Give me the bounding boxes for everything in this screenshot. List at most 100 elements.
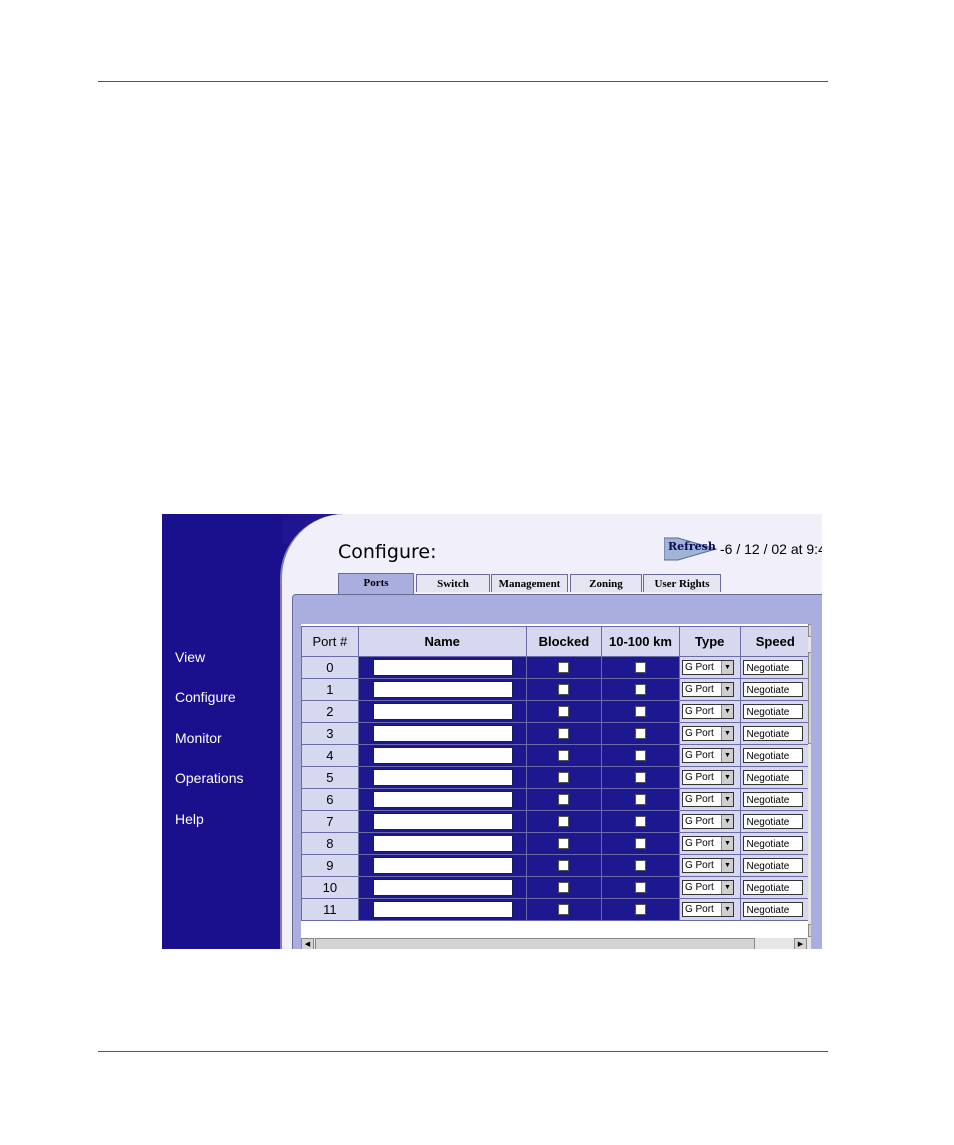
distance-checkbox[interactable] [634,837,646,849]
port-type-select[interactable]: G Port ▼ [681,792,734,807]
tab-switch[interactable]: Switch [416,574,490,592]
distance-checkbox[interactable] [634,859,646,871]
port-name-input[interactable] [372,879,513,896]
port-speed-select[interactable]: Negotiate [742,704,803,719]
dropdown-arrow-icon[interactable]: ▼ [720,793,733,806]
refresh-label[interactable]: Refresh [668,540,716,553]
port-speed-select[interactable]: Negotiate [742,792,803,807]
tab-content-area: Port # Name Blocked 10-100 km Type Speed… [292,594,822,949]
vertical-scroll-thumb[interactable] [808,652,811,744]
port-speed-select[interactable]: Negotiate [742,858,803,873]
port-name-input[interactable] [372,703,513,720]
blocked-checkbox[interactable] [558,771,570,783]
tab-user-rights[interactable]: User Rights [643,574,721,592]
port-type-select[interactable]: G Port ▼ [681,814,734,829]
port-type-select[interactable]: G Port ▼ [681,902,734,917]
dropdown-arrow-icon[interactable]: ▼ [720,815,733,828]
sidebar-item-configure[interactable]: Configure [175,689,275,705]
vertical-scrollbar[interactable]: ▲ ▼ [808,624,811,949]
distance-checkbox[interactable] [634,705,646,717]
scroll-left-arrow-icon[interactable]: ◀ [301,938,314,949]
blocked-checkbox[interactable] [558,727,570,739]
blocked-cell [525,744,602,767]
blocked-checkbox[interactable] [558,749,570,761]
horizontal-scroll-thumb[interactable] [315,938,755,949]
port-name-input[interactable] [372,857,513,874]
distance-checkbox[interactable] [634,815,646,827]
blocked-checkbox[interactable] [558,705,570,717]
port-type-select[interactable]: G Port ▼ [681,858,734,873]
port-name-input[interactable] [372,791,513,808]
sidebar-item-help[interactable]: Help [175,811,275,827]
port-speed-select[interactable]: Negotiate [742,902,803,917]
port-type-select[interactable]: G Port ▼ [681,660,734,675]
blocked-checkbox[interactable] [558,793,570,805]
blocked-checkbox[interactable] [558,859,570,871]
distance-checkbox[interactable] [634,727,646,739]
speed-cell: Negotiate [739,700,811,723]
distance-checkbox[interactable] [634,683,646,695]
scroll-right-arrow-icon[interactable]: ▶ [794,938,807,949]
port-type-select[interactable]: G Port ▼ [681,748,734,763]
blocked-checkbox[interactable] [558,837,570,849]
port-type-select[interactable]: G Port ▼ [681,880,734,895]
scroll-down-arrow-icon[interactable]: ▼ [808,924,811,937]
port-speed-select[interactable]: Negotiate [742,660,803,675]
dropdown-arrow-icon[interactable]: ▼ [720,881,733,894]
port-name-input[interactable] [372,901,513,918]
scroll-up-arrow-icon[interactable]: ▲ [808,624,811,637]
port-name-input[interactable] [372,659,513,676]
tab-ports[interactable]: Ports [338,573,414,594]
blocked-checkbox[interactable] [558,683,570,695]
sidebar-item-operations[interactable]: Operations [175,770,275,786]
dropdown-arrow-icon[interactable]: ▼ [720,903,733,916]
port-type-select[interactable]: G Port ▼ [681,836,734,851]
port-speed-select[interactable]: Negotiate [742,880,803,895]
sidebar-item-monitor[interactable]: Monitor [175,730,275,746]
port-name-input[interactable] [372,769,513,786]
port-speed-select[interactable]: Negotiate [742,682,803,697]
port-name-input[interactable] [372,835,513,852]
port-type-select[interactable]: G Port ▼ [681,770,734,785]
name-cell [357,722,527,745]
port-speed-select[interactable]: Negotiate [742,836,803,851]
distance-checkbox[interactable] [634,661,646,673]
tab-zoning[interactable]: Zoning [570,574,642,592]
dropdown-arrow-icon[interactable]: ▼ [720,837,733,850]
distance-checkbox[interactable] [634,793,646,805]
port-type-select[interactable]: G Port ▼ [681,682,734,697]
blocked-checkbox[interactable] [558,815,570,827]
type-cell: G Port ▼ [678,832,741,855]
sidebar-item-view[interactable]: View [175,649,275,665]
port-type-select[interactable]: G Port ▼ [681,704,734,719]
blocked-cell [525,832,602,855]
dropdown-arrow-icon[interactable]: ▼ [720,749,733,762]
dropdown-arrow-icon[interactable]: ▼ [720,771,733,784]
blocked-checkbox[interactable] [558,661,570,673]
port-speed-select[interactable]: Negotiate [742,748,803,763]
distance-checkbox[interactable] [634,903,646,915]
distance-checkbox[interactable] [634,771,646,783]
port-name-input[interactable] [372,681,513,698]
tab-management[interactable]: Management [491,574,568,592]
port-type-select[interactable]: G Port ▼ [681,726,734,741]
distance-checkbox[interactable] [634,881,646,893]
dropdown-arrow-icon[interactable]: ▼ [720,859,733,872]
distance-checkbox[interactable] [634,749,646,761]
port-name-input[interactable] [372,813,513,830]
dropdown-arrow-icon[interactable]: ▼ [720,727,733,740]
port-speed-select[interactable]: Negotiate [742,770,803,785]
port-name-input[interactable] [372,747,513,764]
dropdown-arrow-icon[interactable]: ▼ [720,661,733,674]
port-number: 11 [301,898,359,921]
port-name-input[interactable] [372,725,513,742]
name-cell [357,898,527,921]
blocked-checkbox[interactable] [558,903,570,915]
horizontal-scrollbar[interactable]: ◀ ▶ [301,938,808,949]
port-speed-select[interactable]: Negotiate [742,726,803,741]
blocked-checkbox[interactable] [558,881,570,893]
name-cell [357,854,527,877]
dropdown-arrow-icon[interactable]: ▼ [720,705,733,718]
port-speed-select[interactable]: Negotiate [742,814,803,829]
dropdown-arrow-icon[interactable]: ▼ [720,683,733,696]
